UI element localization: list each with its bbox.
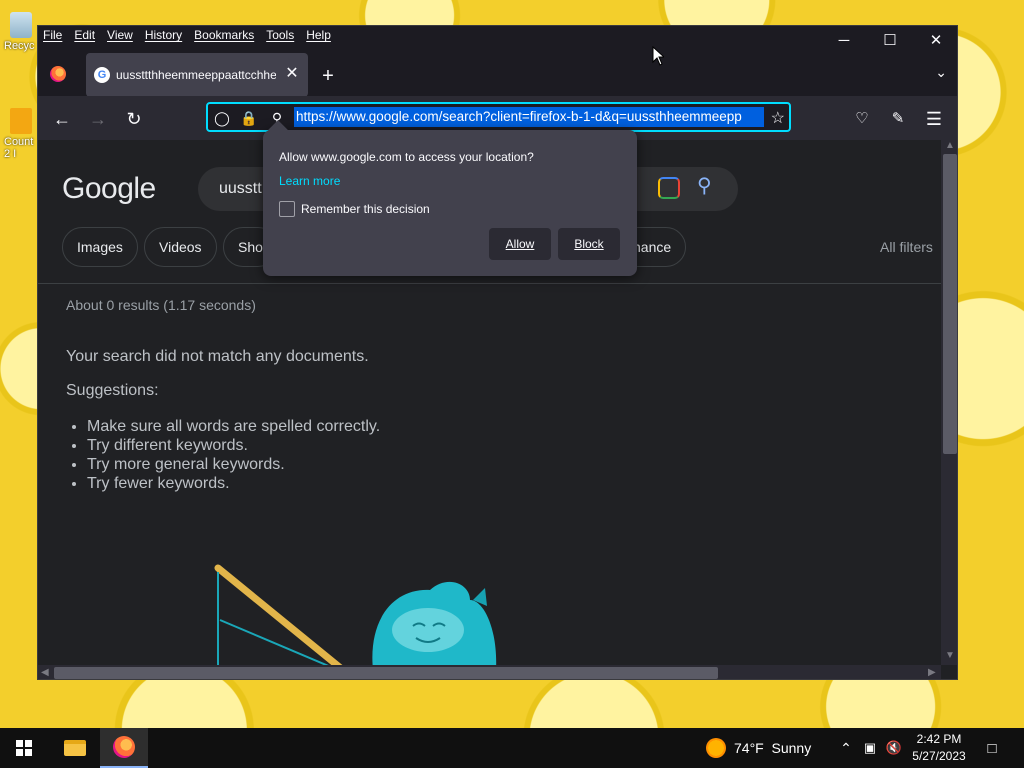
location-permission-popup: Allow www.google.com to access your loca… [263,120,637,276]
google-lens-icon[interactable] [658,177,680,199]
suggestions-list: Make sure all words are spelled correctl… [87,417,380,493]
scroll-right-arrow-icon[interactable]: ▶ [928,667,936,678]
url-text[interactable]: https://www.google.com/search?client=fir… [294,107,764,127]
vertical-scrollbar[interactable]: ▲ ▼ [941,140,957,665]
taskbar-file-explorer[interactable] [52,728,98,768]
firefox-view-icon[interactable] [50,66,66,82]
shortcut-icon [10,108,32,134]
url-bar[interactable]: ◯ 🔒 ⚲ https://www.google.com/search?clie… [206,102,791,132]
bookmark-star-icon[interactable]: ☆ [771,108,785,128]
result-stats: About 0 results (1.17 seconds) [66,297,256,313]
list-all-tabs-button[interactable]: ⌄ [935,64,947,81]
filter-chip-videos[interactable]: Videos [144,227,217,267]
app-menu-icon[interactable]: ☰ [922,107,946,131]
volume-muted-icon[interactable]: 🔇 [884,728,904,768]
no-match-message: Your search did not match any documents. [66,348,369,365]
system-clock[interactable]: 2:42 PM 5/27/2023 [902,731,976,765]
google-logo[interactable]: Google [62,172,156,206]
recycle-bin-icon [10,12,32,38]
start-button[interactable] [0,728,48,768]
clock-time: 2:42 PM [916,732,962,746]
allow-button[interactable]: Allow [489,228,551,260]
network-icon[interactable]: ▣ [860,728,880,768]
list-item: Make sure all words are spelled correctl… [87,417,380,436]
block-button[interactable]: Block [558,228,620,260]
clock-date: 5/27/2023 [912,749,966,763]
extensions-icon[interactable]: ✎ [886,107,910,131]
show-hidden-icons-button[interactable]: ⌃ [836,728,856,768]
filter-chip-images[interactable]: Images [62,227,138,267]
forward-button[interactable]: → [86,107,110,131]
tracking-protection-shield-icon[interactable]: ◯ [213,109,231,127]
remember-decision-label[interactable]: Remember this decision [301,202,430,216]
no-results-illustration [214,564,497,665]
search-icon[interactable]: ⚲ [697,173,712,198]
all-filters-button[interactable]: All filters [880,239,933,255]
folder-icon [64,740,86,756]
scroll-left-arrow-icon[interactable]: ◀ [41,667,49,678]
back-button[interactable]: ← [50,107,74,131]
desktop-icon-label: Recyc [4,40,35,52]
menu-file[interactable]: File [43,28,62,42]
menu-edit[interactable]: Edit [74,28,95,42]
desktop-icon-shortcut[interactable]: Count 2 I [4,108,38,160]
taskbar-firefox[interactable] [100,728,148,768]
list-item: Try more general keywords. [87,455,380,474]
weather-widget[interactable]: 74°F Sunny [706,728,826,768]
firefox-icon [113,736,135,758]
tab-google-search[interactable]: G uussttthheemmeeppaattcchhee ✕ [86,53,308,97]
sun-icon [706,738,726,758]
browser-window: File Edit View History Bookmarks Tools H… [37,25,958,680]
desktop-icon-label: Count 2 I [4,136,34,160]
menu-tools[interactable]: Tools [266,28,294,42]
scroll-up-arrow-icon[interactable]: ▲ [945,140,955,151]
horizontal-scroll-thumb[interactable] [54,667,718,679]
lock-icon[interactable]: 🔒 [240,109,258,127]
google-favicon-icon: G [94,67,110,83]
new-tab-button[interactable]: + [316,64,340,88]
menu-view[interactable]: View [107,28,133,42]
mouse-cursor-icon [652,46,664,66]
permission-message: Allow www.google.com to access your loca… [279,150,534,164]
taskbar: 74°F Sunny ⌃ ▣ 🔇 2:42 PM 5/27/2023 □ [0,728,1024,768]
menu-history[interactable]: History [145,28,182,42]
horizontal-scrollbar[interactable]: ◀ ▶ [38,665,941,679]
tab-title: uussttthheemmeeppaattcchhee [116,68,276,82]
remember-decision-checkbox[interactable] [279,201,295,217]
weather-text: 74°F Sunny [734,740,812,756]
title-bar: File Edit View History Bookmarks Tools H… [38,26,957,48]
list-item: Try different keywords. [87,436,380,455]
reload-button[interactable]: ↻ [122,107,146,131]
menu-bookmarks[interactable]: Bookmarks [194,28,254,42]
windows-logo-icon [16,740,32,756]
vertical-scroll-thumb[interactable] [943,154,957,454]
divider [38,283,941,284]
search-query[interactable]: uusstt [219,180,262,198]
notification-center-button[interactable]: □ [980,728,1004,768]
learn-more-link[interactable]: Learn more [279,174,340,188]
menu-help[interactable]: Help [306,28,331,42]
close-tab-button[interactable]: ✕ [282,64,302,84]
list-item: Try fewer keywords. [87,474,380,493]
desktop-icon-recycle-bin[interactable]: Recyc [4,12,38,52]
menu-bar: File Edit View History Bookmarks Tools H… [43,28,331,42]
scroll-down-arrow-icon[interactable]: ▼ [945,650,955,661]
pocket-icon[interactable]: ♡ [850,107,874,131]
suggestions-heading: Suggestions: [66,382,159,399]
